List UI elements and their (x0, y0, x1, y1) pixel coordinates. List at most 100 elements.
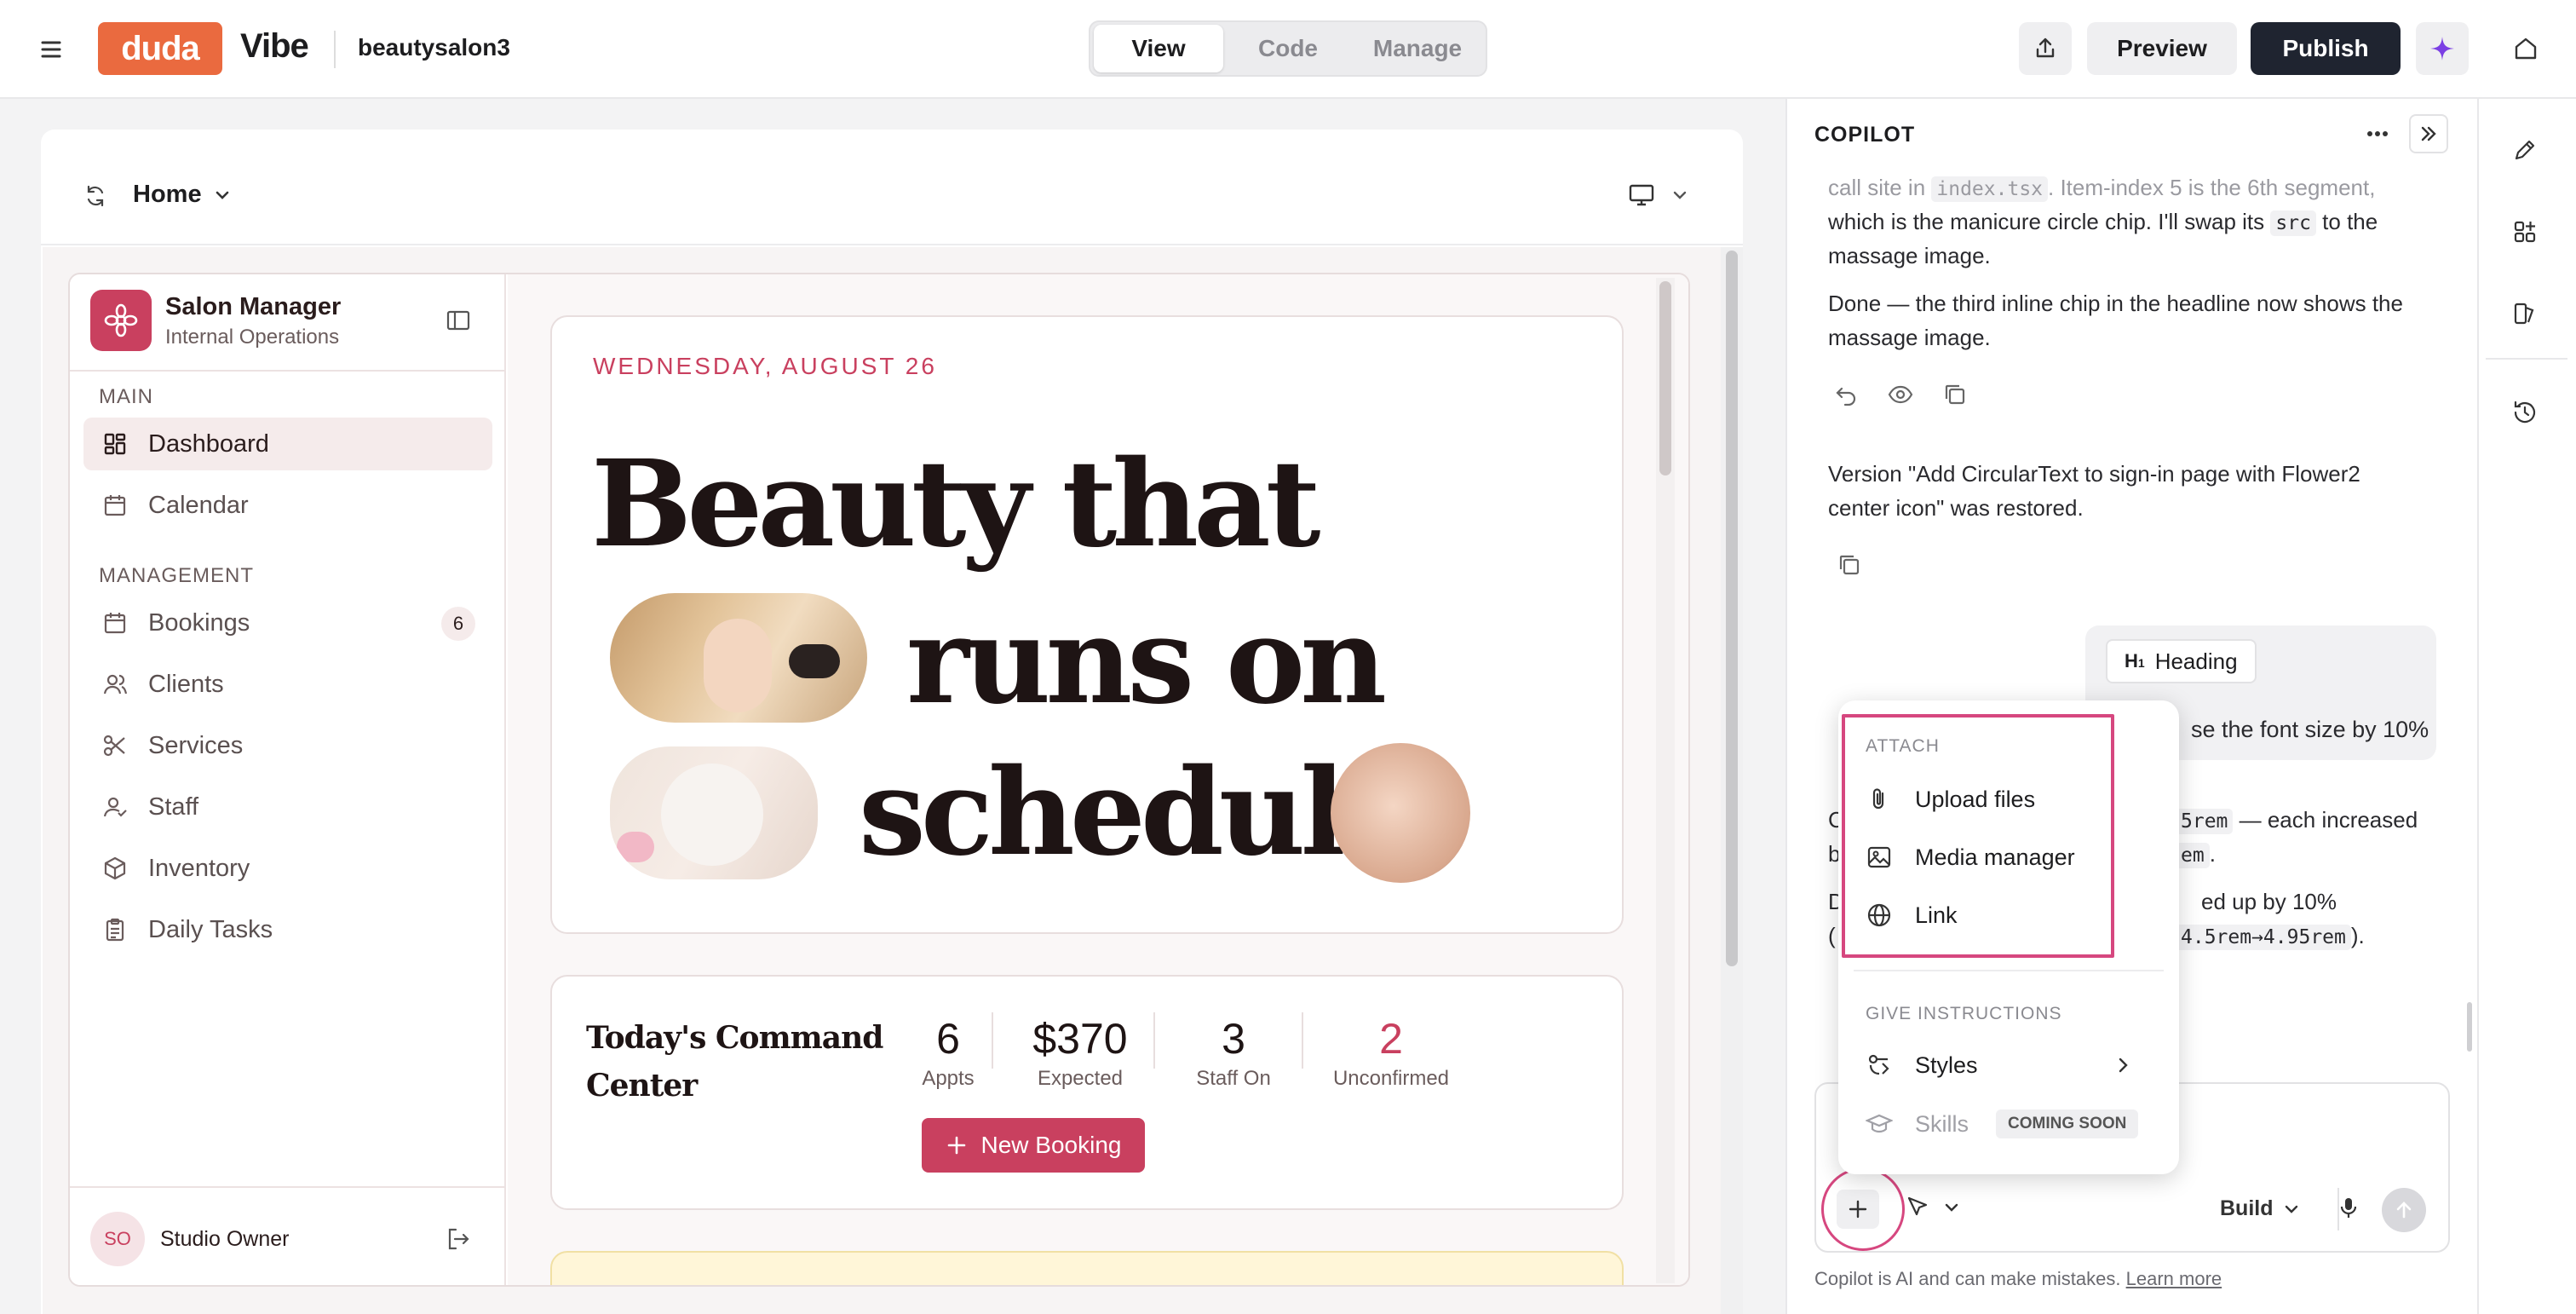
stat-unconfirmed: 2 Unconfirmed (1310, 1014, 1472, 1091)
duda-logo[interactable]: duda (98, 22, 222, 75)
attach-menu: ATTACH Upload files Media manager Link G… (1838, 700, 2179, 1174)
graduation-cap-icon (1866, 1114, 1893, 1133)
upload-files-item[interactable]: Upload files (1866, 786, 2035, 813)
salon-app-frame: Salon Manager Internal Operations MAIN D… (68, 273, 1690, 1287)
item-label: Media manager (1915, 844, 2075, 870)
nav-item-staff[interactable]: Staff (83, 781, 492, 833)
tab-code[interactable]: Code (1223, 25, 1353, 72)
scissors-icon (103, 735, 125, 757)
sidebar-toggle-icon[interactable] (445, 307, 472, 334)
avatar[interactable]: SO (90, 1212, 145, 1266)
widgets-icon[interactable] (2511, 218, 2539, 245)
arrow-up-icon (2396, 1202, 2412, 1219)
nav-item-daily-tasks[interactable]: Daily Tasks (83, 903, 492, 956)
inner-scrollbar[interactable] (1656, 278, 1675, 1283)
heading-icon: H1 (2125, 650, 2145, 671)
copilot-scrollbar[interactable] (2467, 1002, 2472, 1052)
salon-sidebar: Salon Manager Internal Operations MAIN D… (70, 274, 506, 1285)
skills-item: Skills COMING SOON (1866, 1109, 2139, 1138)
home-button[interactable] (2499, 22, 2552, 75)
collapse-panel-button[interactable] (2409, 114, 2448, 153)
flower-logo-icon (90, 290, 152, 351)
user-message-text: se the font size by 10% (2191, 717, 2429, 742)
nav-label: Dashboard (148, 429, 269, 458)
heading-element-chip[interactable]: H1 Heading (2106, 639, 2257, 683)
learn-more-link[interactable]: Learn more (2126, 1268, 2222, 1289)
divider (992, 1012, 993, 1069)
hero-card: WEDNESDAY, AUGUST 26 Beauty that runs on… (550, 315, 1624, 934)
nav-item-clients[interactable]: Clients (83, 658, 492, 711)
divider (1153, 1012, 1155, 1069)
headline-line-2: runs on (906, 591, 1387, 731)
image-icon (1867, 846, 1891, 868)
copy-icon[interactable] (1837, 552, 1862, 578)
tab-view[interactable]: View (1094, 25, 1223, 72)
hair-image-chip (610, 593, 867, 723)
command-title-line-1: Today's Command (586, 1020, 883, 1056)
nav-label: Staff (148, 792, 199, 821)
nav-item-services[interactable]: Services (83, 719, 492, 772)
stat-expected: $370 Expected (1003, 1014, 1157, 1091)
undo-icon[interactable] (1833, 382, 1859, 407)
link-item[interactable]: Link (1866, 902, 1958, 929)
new-booking-button[interactable]: New Booking (922, 1118, 1145, 1173)
nav-label: Bookings (148, 608, 250, 637)
nav-label: Calendar (148, 491, 249, 519)
copy-icon[interactable] (1942, 382, 1968, 407)
bookings-icon (104, 613, 126, 634)
assistant-message-1c: massage image. (1828, 243, 1991, 268)
code: 4.5rem→4.95rem (2176, 925, 2351, 950)
microphone-icon[interactable] (2336, 1195, 2361, 1220)
send-button[interactable] (2382, 1188, 2426, 1232)
chip-label: Heading (2154, 648, 2238, 674)
refresh-icon[interactable] (82, 182, 109, 210)
share-button[interactable] (2019, 22, 2072, 75)
copilot-title: COPILOT (1814, 123, 1916, 147)
select-element-button[interactable] (1905, 1195, 1961, 1220)
disclaimer-text: Copilot is AI and can make mistakes. (1814, 1268, 2121, 1289)
assistant-message-2b: massage image. (1828, 325, 1991, 350)
logout-icon[interactable] (445, 1225, 472, 1253)
stat-label: Appts (922, 1067, 975, 1090)
chevron-down-icon (216, 191, 228, 199)
attach-header: ATTACH (1866, 736, 1940, 756)
sparkle-icon (2430, 37, 2454, 61)
code: 5rem (2176, 809, 2234, 834)
device-selector[interactable] (1627, 181, 1690, 210)
outer-scrollbar[interactable] (1721, 247, 1743, 1314)
nav-label: Daily Tasks (148, 915, 273, 943)
text: — each increased (2239, 807, 2418, 833)
preview-button[interactable]: Preview (2087, 22, 2237, 75)
nav-item-bookings[interactable]: Bookings 6 (83, 596, 492, 649)
plus-icon (1849, 1200, 1867, 1219)
stat-value: $370 (1032, 1015, 1128, 1063)
pencil-icon[interactable] (2511, 136, 2539, 164)
mode-label: Build (2220, 1196, 2274, 1220)
history-icon[interactable] (2511, 399, 2539, 426)
headline-line-1: Beauty that (591, 435, 1320, 574)
nav-item-calendar[interactable]: Calendar (83, 479, 492, 532)
restore-message-b: center icon" was restored. (1828, 495, 2084, 521)
eye-icon[interactable] (1888, 382, 1913, 407)
tab-manage[interactable]: Manage (1353, 25, 1482, 72)
section-main-label: MAIN (99, 385, 153, 408)
media-manager-item[interactable]: Media manager (1866, 844, 2075, 871)
command-center-card: Today's Command Center 6 Appts $370 Expe… (550, 975, 1624, 1210)
page-selector[interactable]: Home (133, 181, 233, 209)
attach-button[interactable] (1837, 1190, 1879, 1229)
more-options-icon[interactable] (2363, 119, 2392, 148)
nav-item-dashboard[interactable]: Dashboard (83, 418, 492, 470)
nav-item-inventory[interactable]: Inventory (83, 842, 492, 895)
stat-label: Expected (1037, 1067, 1124, 1090)
product-name: Vibe (240, 27, 309, 65)
hamburger-menu-icon[interactable] (34, 32, 68, 66)
mode-selector[interactable]: Build (2220, 1196, 2301, 1221)
text: . Item-index 5 is the 6th segment, (2048, 175, 2376, 200)
ai-sparkle-button[interactable] (2416, 22, 2469, 75)
styles-item[interactable]: Styles (1866, 1052, 2155, 1079)
staff-icon (103, 797, 127, 817)
site-name[interactable]: beautysalon3 (358, 34, 510, 61)
command-title-line-2: Center (586, 1068, 698, 1104)
theme-icon[interactable] (2511, 300, 2539, 327)
publish-button[interactable]: Publish (2251, 22, 2401, 75)
